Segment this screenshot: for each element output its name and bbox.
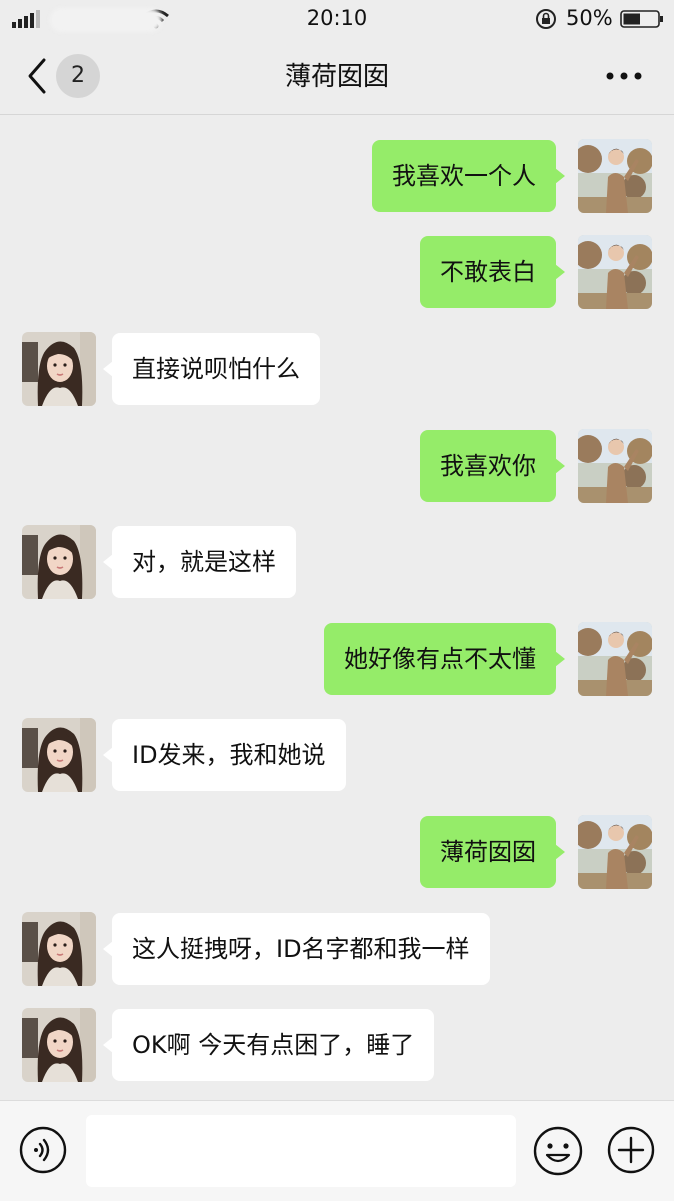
- message-bubble[interactable]: 对，就是这样: [103, 526, 296, 598]
- message-bubble[interactable]: 不敢表白: [420, 236, 565, 308]
- message-incoming: 这人挺拽呀，ID名字都和我一样: [0, 912, 674, 988]
- rotation-lock-icon: [536, 9, 556, 29]
- input-bar: [0, 1100, 674, 1201]
- voice-icon[interactable]: [18, 1125, 68, 1175]
- avatar-contact[interactable]: [22, 332, 96, 406]
- message-incoming: 对，就是这样: [0, 525, 674, 601]
- message-list[interactable]: 我喜欢一个人 不敢表白 直接说呗怕什么 我喜欢你 对，就是这样 她好像有点不太懂…: [0, 115, 674, 1100]
- plus-icon[interactable]: [606, 1125, 656, 1175]
- emoji-icon[interactable]: [532, 1125, 584, 1177]
- avatar-contact[interactable]: [22, 525, 96, 599]
- message-bubble[interactable]: 薄荷囡囡: [420, 816, 565, 888]
- message-bubble[interactable]: 我喜欢你: [420, 430, 565, 502]
- message-incoming: ID发来，我和她说: [0, 718, 674, 794]
- message-bubble[interactable]: 这人挺拽呀，ID名字都和我一样: [103, 913, 490, 985]
- avatar-self[interactable]: [578, 429, 652, 503]
- page-title: 薄荷囡囡: [284, 62, 389, 92]
- chat-header: 2 薄荷囡囡: [0, 38, 674, 115]
- avatar-contact[interactable]: [22, 718, 96, 792]
- avatar-self[interactable]: [578, 622, 652, 696]
- message-bubble[interactable]: 直接说呗怕什么: [103, 333, 320, 405]
- message-outgoing: 我喜欢一个人: [0, 139, 674, 215]
- avatar-contact[interactable]: [22, 1008, 96, 1082]
- message-bubble[interactable]: OK啊 今天有点困了，睡了: [102, 1009, 435, 1081]
- more-dots-icon[interactable]: [604, 66, 644, 86]
- message-outgoing: 我喜欢你: [0, 429, 674, 505]
- avatar-self[interactable]: [578, 139, 652, 213]
- message-input[interactable]: [86, 1115, 516, 1187]
- message-outgoing: 不敢表白: [0, 235, 674, 311]
- message-incoming: OK啊 今天有点困了，睡了: [0, 1008, 674, 1084]
- message-outgoing: 她好像有点不太懂: [0, 622, 674, 698]
- message-incoming: 直接说呗怕什么: [0, 332, 674, 408]
- avatar-contact[interactable]: [22, 912, 96, 986]
- message-bubble[interactable]: 她好像有点不太懂: [324, 623, 565, 695]
- status-bar: 20:10 50%: [0, 0, 674, 38]
- message-bubble[interactable]: 我喜欢一个人: [372, 140, 565, 212]
- avatar-self[interactable]: [578, 815, 652, 889]
- message-bubble[interactable]: ID发来，我和她说: [103, 719, 346, 791]
- battery-percent: 50%: [566, 6, 613, 30]
- message-outgoing: 薄荷囡囡: [0, 815, 674, 891]
- avatar-self[interactable]: [578, 235, 652, 309]
- battery-icon: [620, 10, 663, 28]
